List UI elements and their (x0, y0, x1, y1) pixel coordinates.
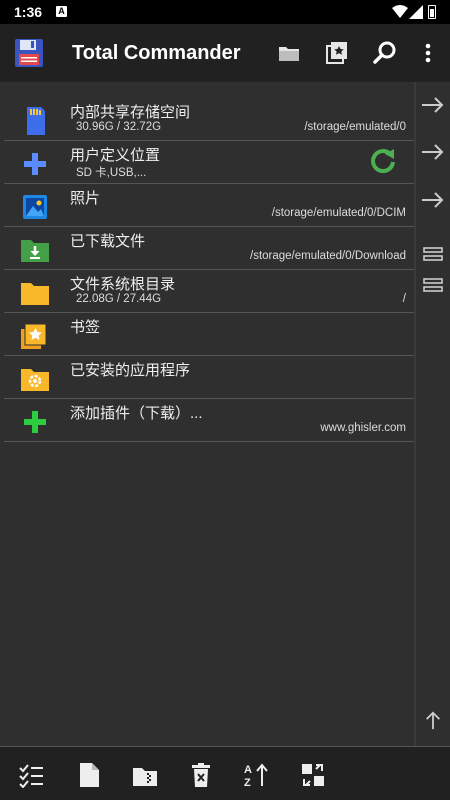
apps-folder-icon (21, 369, 49, 391)
arrow-right-icon[interactable] (420, 95, 446, 115)
floppy-logo-icon[interactable] (14, 38, 44, 68)
item-path: / (402, 293, 406, 305)
plus-green-icon (24, 411, 46, 433)
bookmarks-icon[interactable] (324, 40, 350, 66)
more-vert-icon[interactable] (416, 40, 440, 66)
photo-icon (23, 195, 47, 219)
list-item-downloads[interactable]: 已下载文件 /storage/emulated/0/Download (4, 227, 414, 270)
app-title: Total Commander (72, 42, 241, 64)
item-path: /storage/emulated/0/Download (250, 250, 406, 262)
item-name: 内部共享存储空间 (70, 104, 191, 121)
svg-text:Z: Z (244, 777, 251, 788)
item-subtitle: SD 卡,USB,... (76, 167, 147, 179)
item-size: 22.08G / 27.44G (76, 293, 162, 305)
panel-divider (414, 82, 416, 746)
item-url: www.ghisler.com (320, 422, 406, 434)
bottom-toolbar: A Z (0, 746, 450, 800)
item-name: 已下载文件 (70, 233, 146, 250)
app-bar: Total Commander (0, 24, 450, 82)
notification-icon: A (56, 6, 67, 17)
list-item-installed-apps[interactable]: 已安装的应用程序 (4, 356, 414, 399)
location-list: 内部共享存储空间 30.96G / 32.72G /storage/emulat… (4, 98, 414, 442)
zip-icon[interactable] (132, 762, 158, 788)
item-path: /storage/emulated/0/DCIM (271, 207, 406, 219)
select-icon[interactable] (18, 762, 44, 788)
item-size: 30.96G / 32.72G (76, 121, 162, 133)
list-item-add-plugin[interactable]: 添加插件（下载）... www.ghisler.com (4, 399, 414, 442)
plus-blue-icon (24, 153, 46, 175)
item-path: /storage/emulated/0 (304, 121, 406, 133)
download-folder-icon (21, 240, 49, 262)
sd-card-icon (27, 107, 45, 135)
list-item-internal-storage[interactable]: 内部共享存储空间 30.96G / 32.72G /storage/emulat… (4, 98, 414, 141)
drag-handle-icon[interactable] (420, 275, 446, 295)
folder-icon (21, 283, 49, 305)
svg-text:A: A (244, 764, 252, 776)
delete-icon[interactable] (188, 762, 214, 788)
drag-handle-icon[interactable] (420, 244, 446, 264)
status-bar: 1:36 A (0, 0, 450, 24)
item-name: 用户定义位置 (70, 147, 161, 164)
new-file-icon[interactable] (76, 762, 102, 788)
list-item-bookmarks[interactable]: 书签 (4, 313, 414, 356)
wifi-icon (392, 5, 408, 18)
swap-panels-icon[interactable] (300, 762, 326, 788)
item-name: 已安装的应用程序 (70, 362, 191, 379)
battery-icon (428, 5, 436, 19)
item-name: 文件系统根目录 (70, 276, 176, 293)
search-icon[interactable] (372, 40, 398, 66)
list-item-user-defined[interactable]: 用户定义位置 SD 卡,USB,... (4, 141, 414, 184)
list-item-root[interactable]: 文件系统根目录 22.08G / 27.44G / (4, 270, 414, 313)
list-item-photos[interactable]: 照片 /storage/emulated/0/DCIM (4, 184, 414, 227)
bookmark-folder-icon (21, 323, 47, 349)
sort-icon[interactable]: A Z (244, 762, 270, 788)
arrow-right-icon[interactable] (420, 142, 446, 162)
item-name: 书签 (70, 319, 101, 336)
signal-icon (409, 5, 423, 19)
arrow-up-icon[interactable] (420, 710, 446, 730)
item-name: 照片 (70, 190, 101, 207)
folder-icon[interactable] (276, 40, 302, 66)
item-name: 添加插件（下载）... (70, 405, 203, 422)
arrow-right-icon[interactable] (420, 190, 446, 210)
status-time: 1:36 (14, 4, 43, 20)
refresh-icon[interactable] (368, 146, 398, 176)
